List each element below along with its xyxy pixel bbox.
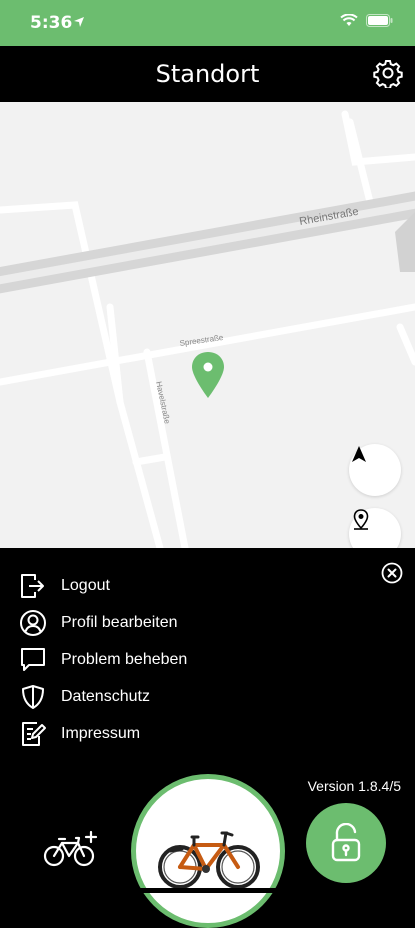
menu-item-problem[interactable]: Problem beheben: [18, 645, 187, 675]
unlock-icon: [331, 823, 361, 862]
menu-label-profile: Profil bearbeiten: [61, 614, 178, 631]
page-title: Standort: [155, 60, 260, 88]
map-view[interactable]: Rheinstraße Spreestraße Havelstraße: [0, 102, 415, 548]
navigation-button[interactable]: [349, 444, 401, 496]
selected-bike-button[interactable]: [131, 774, 285, 928]
shield-icon: [18, 682, 48, 712]
app-header: Standort: [0, 46, 415, 102]
location-arrow-icon: [74, 17, 84, 27]
side-menu: Logout Profil bearbeiten Problem beheben: [0, 548, 415, 928]
unlock-button[interactable]: [306, 803, 386, 883]
edit-document-icon: [18, 719, 48, 749]
gear-icon[interactable]: [373, 58, 403, 88]
navigation-arrow-icon: [352, 446, 366, 462]
menu-label-problem: Problem beheben: [61, 651, 188, 668]
menu-item-profile[interactable]: Profil bearbeiten: [18, 608, 178, 638]
menu-label-logout: Logout: [61, 577, 110, 594]
close-circle-icon[interactable]: [381, 562, 403, 584]
bike-photo: [142, 785, 274, 917]
status-bar: 5:36: [0, 0, 415, 46]
chat-bubble-icon: [18, 645, 48, 675]
menu-label-imprint: Impressum: [61, 725, 141, 742]
status-icons: [340, 14, 393, 27]
location-marker[interactable]: [192, 352, 224, 398]
profile-icon: [18, 608, 48, 638]
wifi-icon: [340, 14, 358, 26]
menu-item-privacy[interactable]: Datenschutz: [18, 682, 150, 712]
menu-label-privacy: Datenschutz: [61, 688, 150, 705]
status-time: 5:36: [30, 13, 73, 33]
bike-add-icon[interactable]: [42, 828, 100, 868]
logout-icon: [18, 571, 48, 601]
locate-pin-icon: [353, 509, 369, 530]
battery-icon: [366, 14, 393, 27]
menu-item-imprint[interactable]: Impressum: [18, 719, 140, 749]
home-indicator: [136, 888, 280, 893]
menu-item-logout[interactable]: Logout: [18, 571, 110, 601]
app-version: Version 1.8.4/5: [307, 778, 401, 794]
